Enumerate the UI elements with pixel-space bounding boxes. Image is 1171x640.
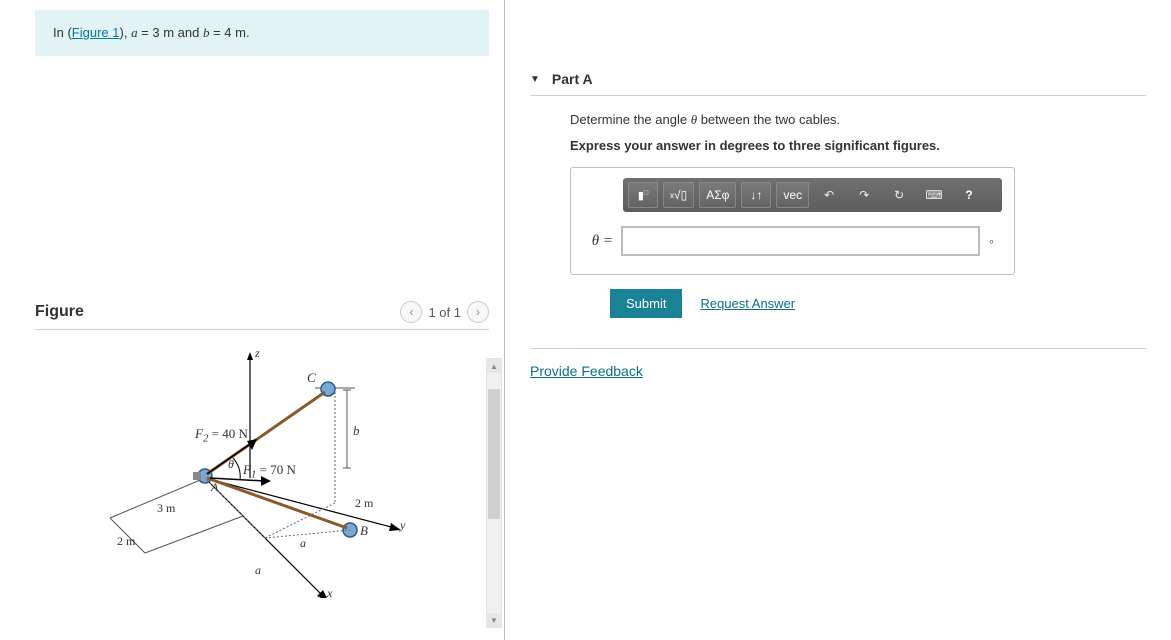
axis-z-label: z [255, 346, 260, 361]
figure-link[interactable]: Figure 1 [72, 25, 120, 40]
templates-button[interactable]: ▮□ [628, 182, 658, 208]
equation-toolbar: ▮□ x√▯ ΑΣφ ↓↑ vec ↶ ↷ ↻ ⌨ ? [623, 178, 1002, 212]
dim-b-label: b [353, 423, 360, 439]
pager-next-button[interactable]: › [467, 301, 489, 323]
dim-a2: a [255, 563, 261, 578]
scroll-down-icon[interactable]: ▼ [487, 613, 501, 627]
force-f1-label: F1 = 70 N [243, 462, 296, 481]
dim-3m: 3 m [157, 501, 175, 516]
vec-button[interactable]: vec [776, 182, 809, 208]
theta-label: θ [228, 457, 234, 472]
answer-input[interactable] [621, 226, 980, 256]
point-c-label: C [307, 370, 316, 386]
redo-button[interactable]: ↷ [849, 182, 879, 208]
provide-feedback-link[interactable]: Provide Feedback [530, 363, 643, 379]
answer-box: ▮□ x√▯ ΑΣφ ↓↑ vec ↶ ↷ ↻ ⌨ ? θ = ∘ [570, 167, 1015, 275]
reset-button[interactable]: ↻ [884, 182, 914, 208]
help-button[interactable]: ? [954, 182, 984, 208]
root-button[interactable]: x√▯ [663, 182, 694, 208]
point-a-label: A [211, 480, 218, 495]
question-text: Determine the angle θ between the two ca… [570, 112, 1146, 128]
collapse-icon: ▼ [530, 74, 540, 85]
instruction-text: Express your answer in degrees to three … [570, 138, 1146, 153]
dim-a1: a [300, 536, 306, 551]
point-b-label: B [360, 523, 368, 539]
greek-button[interactable]: ΑΣφ [699, 182, 736, 208]
pager-prev-button[interactable]: ‹ [400, 301, 422, 323]
request-answer-link[interactable]: Request Answer [700, 296, 795, 311]
dim-2m-left: 2 m [117, 534, 135, 549]
undo-button[interactable]: ↶ [814, 182, 844, 208]
subscript-button[interactable]: ↓↑ [741, 182, 771, 208]
axis-y-label: y [400, 518, 405, 533]
problem-pane: In (Figure 1), a = 3 m and b = 4 m. Figu… [0, 0, 505, 640]
figure-title: Figure [35, 303, 84, 321]
axis-x-label: x [327, 586, 332, 601]
figure-diagram: z C F2 = 40 N b θ F1 = 70 N A 2 m y B 3 … [35, 338, 489, 598]
scroll-thumb[interactable] [488, 389, 500, 519]
submit-button[interactable]: Submit [610, 289, 682, 318]
problem-statement: In (Figure 1), a = 3 m and b = 4 m. [35, 10, 489, 56]
figure-header: Figure ‹ 1 of 1 › [35, 301, 489, 330]
answer-pane: ▼ Part A Determine the angle θ between t… [505, 0, 1171, 640]
force-f2-label: F2 = 40 N [195, 426, 248, 445]
keyboard-button[interactable]: ⌨ [919, 182, 949, 208]
unit-label: ∘ [988, 235, 1002, 248]
scroll-up-icon[interactable]: ▲ [487, 359, 501, 373]
figure-scrollbar[interactable]: ▲ ▼ [486, 358, 502, 628]
input-label: θ = [583, 233, 613, 250]
part-header[interactable]: ▼ Part A [530, 55, 1146, 96]
figure-pager: ‹ 1 of 1 › [400, 301, 489, 323]
pager-text: 1 of 1 [428, 305, 461, 320]
part-label: Part A [552, 71, 593, 87]
intro-text: In ( [53, 25, 72, 40]
dim-2m-right: 2 m [355, 496, 373, 511]
